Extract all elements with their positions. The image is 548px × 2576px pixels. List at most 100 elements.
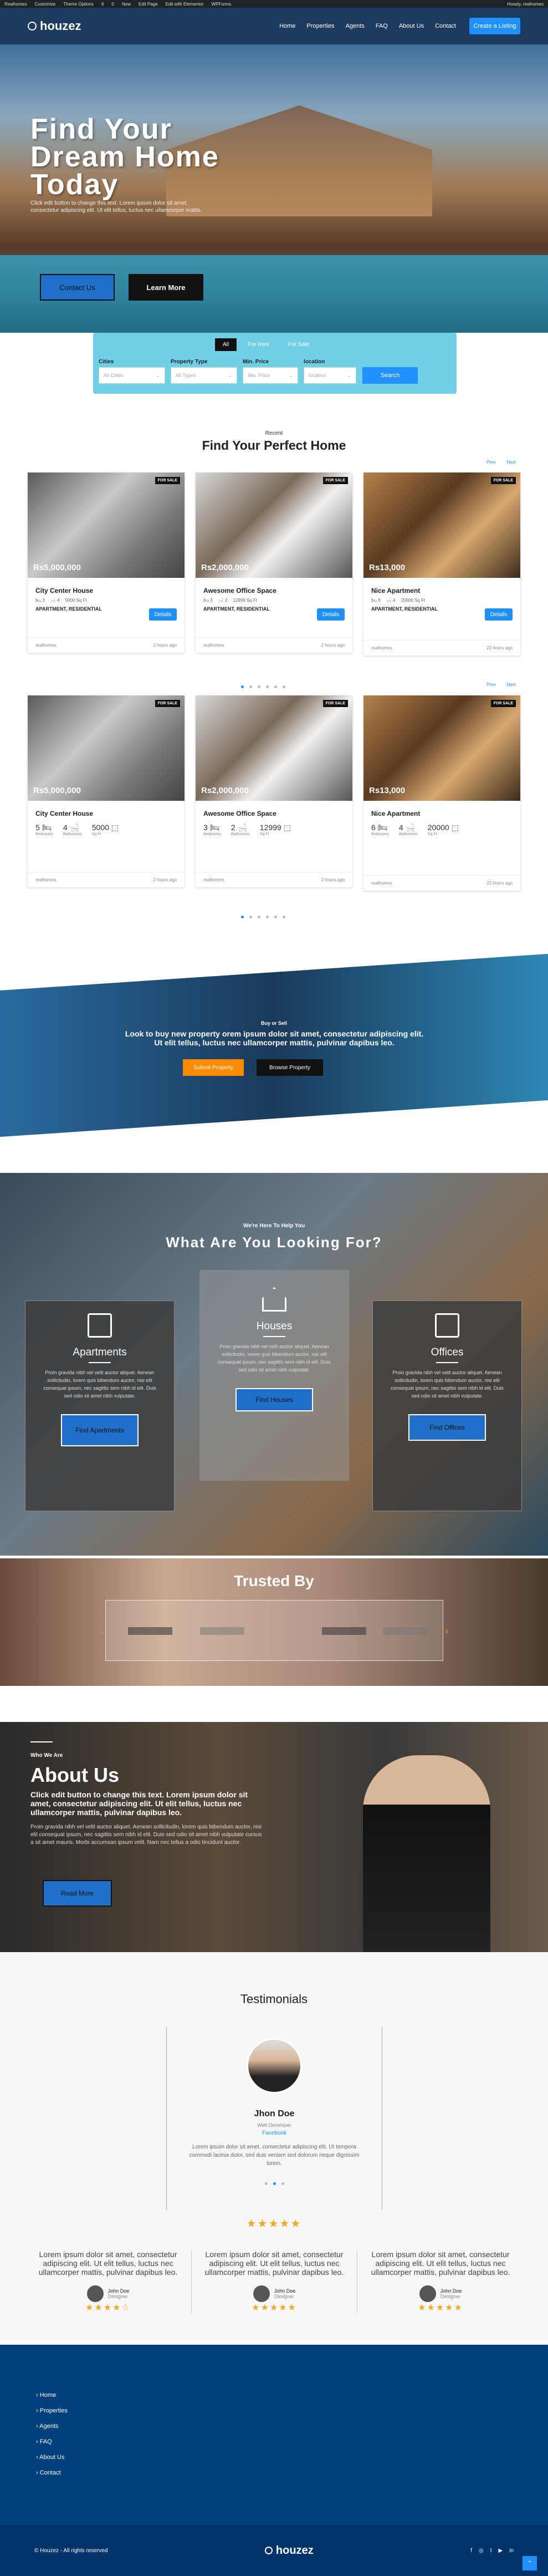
property-image[interactable]: FOR SALE Rs13,000 <box>363 695 520 801</box>
admin-item[interactable]: Edit Page <box>139 2 158 7</box>
prev-button[interactable]: Prev <box>486 682 495 687</box>
property-card[interactable]: FOR SALE Rs13,000 Nice Apartment 🛏 6 🛁 4 20… <box>363 472 520 656</box>
trusted-title: Trusted By <box>234 1572 314 1589</box>
admin-item[interactable]: Realhomes <box>4 2 27 7</box>
find-apartments-button[interactable]: Find Apartments <box>61 1414 139 1446</box>
property-image[interactable]: FOR SALE Rs2,000,000 <box>196 695 352 801</box>
footer-link-contact[interactable]: › Contact <box>36 2470 68 2476</box>
dot[interactable] <box>266 916 269 918</box>
min-price-select[interactable]: Min. Price ⌄ <box>243 367 298 384</box>
dot[interactable] <box>283 685 285 688</box>
reviewer-name: John Doe <box>107 2288 130 2294</box>
agent-name[interactable]: realhomes <box>35 877 56 882</box>
dot[interactable] <box>274 685 277 688</box>
youtube-icon[interactable]: ▶ <box>499 2548 503 2554</box>
footer-link-properties[interactable]: › Properties <box>36 2407 68 2414</box>
property-name[interactable]: Nice Apartment <box>371 810 513 817</box>
property-card[interactable]: FOR SALE Rs5,000,000 City Center House 🛏 … <box>28 472 185 653</box>
site-logo[interactable]: houzez <box>28 19 81 33</box>
admin-item[interactable]: WPForms <box>212 2 232 7</box>
facebook-icon[interactable]: f <box>470 2548 472 2554</box>
nav-about[interactable]: About Us <box>399 23 424 29</box>
footer-logo[interactable]: houzez <box>264 2544 314 2557</box>
property-name[interactable]: Awesome Office Space <box>203 587 345 595</box>
dot[interactable] <box>264 2182 268 2185</box>
admin-item[interactable]: Customize <box>34 2 55 7</box>
footer-link-about[interactable]: › About Us <box>36 2454 68 2461</box>
agent-name[interactable]: realhomes <box>203 877 224 882</box>
tab-all[interactable]: All <box>215 338 237 351</box>
dot[interactable] <box>258 916 260 918</box>
property-type-select[interactable]: All Types ⌄ <box>171 367 237 384</box>
howdy-user[interactable]: Howdy, realhomes <box>507 2 544 7</box>
admin-item[interactable]: 6 <box>101 2 104 7</box>
admin-item[interactable]: Edit with Elementor <box>166 2 204 7</box>
search-button[interactable]: Search <box>362 367 418 384</box>
dot[interactable] <box>281 2182 284 2185</box>
agent-name[interactable]: realhomes <box>203 643 224 648</box>
footer-link-home[interactable]: › Home <box>36 2392 68 2399</box>
testimonial-company[interactable]: Facebook <box>167 2130 382 2136</box>
dot[interactable] <box>258 685 260 688</box>
agent-name[interactable]: realhomes <box>371 646 392 651</box>
dot[interactable] <box>283 916 285 918</box>
property-image[interactable]: FOR SALE Rs2,000,000 <box>196 472 352 578</box>
listings-title: Find Your Perfect Home <box>202 438 346 453</box>
details-button[interactable]: Details <box>149 608 177 621</box>
dot[interactable] <box>249 916 252 918</box>
dot[interactable] <box>274 916 277 918</box>
property-name[interactable]: Awesome Office Space <box>203 810 345 817</box>
submit-property-button[interactable]: Submit Property <box>183 1059 244 1076</box>
property-image[interactable]: FOR SALE Rs5,000,000 <box>28 472 185 578</box>
browse-property-button[interactable]: Browse Property <box>257 1059 323 1076</box>
scroll-top-button[interactable]: ⌃ <box>523 2556 537 2570</box>
property-card[interactable]: FOR SALE Rs13,000 Nice Apartment 6 🛏 Bedro… <box>363 695 520 891</box>
find-offices-button[interactable]: Find Offices <box>408 1414 486 1441</box>
tab-for-sale[interactable]: For Sale <box>280 338 317 351</box>
nav-home[interactable]: Home <box>279 23 295 29</box>
linkedin-icon[interactable]: in <box>509 2548 514 2554</box>
next-button[interactable]: Next <box>506 460 515 465</box>
chevron-right-icon[interactable]: › <box>445 1625 448 1637</box>
dot[interactable] <box>241 685 244 688</box>
footer-link-faq[interactable]: › FAQ <box>36 2438 68 2445</box>
cities-select[interactable]: All Cities ⌄ <box>99 367 165 384</box>
property-image[interactable]: FOR SALE Rs5,000,000 <box>28 695 185 801</box>
prev-button[interactable]: Prev <box>486 460 495 465</box>
dot[interactable] <box>249 685 252 688</box>
nav-contact[interactable]: Contact <box>435 23 456 29</box>
property-card[interactable]: FOR SALE Rs2,000,000 Awesome Office Space… <box>196 472 352 653</box>
details-button[interactable]: Details <box>317 608 345 621</box>
admin-item[interactable]: Theme Options <box>63 2 94 7</box>
agent-name[interactable]: realhomes <box>371 881 392 886</box>
next-button[interactable]: Next <box>506 682 515 687</box>
agent-name[interactable]: realhomes <box>35 643 56 648</box>
dot[interactable] <box>273 2182 276 2185</box>
dot[interactable] <box>266 685 269 688</box>
nav-faq[interactable]: FAQ <box>376 23 388 29</box>
dot[interactable] <box>241 916 244 918</box>
footer-link-agents[interactable]: › Agents <box>36 2423 68 2430</box>
nav-agents[interactable]: Agents <box>346 23 365 29</box>
instagram-icon[interactable]: ◎ <box>479 2548 484 2554</box>
property-card[interactable]: FOR SALE Rs5,000,000 City Center House 5 … <box>28 695 185 887</box>
property-image[interactable]: FOR SALE Rs13,000 <box>363 472 520 578</box>
location-select[interactable]: location ⌄ <box>304 367 356 384</box>
learn-more-button[interactable]: Learn More <box>129 274 203 301</box>
create-listing-button[interactable]: Create a Listing <box>469 18 520 34</box>
property-name[interactable]: City Center House <box>35 587 177 595</box>
chevron-left-icon[interactable]: ‹ <box>100 1625 104 1637</box>
twitter-icon[interactable]: t <box>490 2548 492 2554</box>
nav-properties[interactable]: Properties <box>306 23 334 29</box>
property-card[interactable]: FOR SALE Rs2,000,000 Awesome Office Space… <box>196 695 352 887</box>
admin-item[interactable]: New <box>122 2 131 7</box>
admin-item[interactable]: 0 <box>111 2 114 7</box>
read-more-button[interactable]: Read More <box>43 1880 112 1907</box>
property-name[interactable]: Nice Apartment <box>371 587 513 595</box>
details-button[interactable]: Details <box>485 608 513 621</box>
property-name[interactable]: City Center House <box>35 810 177 817</box>
contact-us-button[interactable]: Contact Us <box>40 274 115 301</box>
tab-for-rent[interactable]: For Rent <box>240 338 277 351</box>
logo-text: houzez <box>40 19 81 33</box>
find-houses-button[interactable]: Find Houses <box>235 1388 313 1411</box>
